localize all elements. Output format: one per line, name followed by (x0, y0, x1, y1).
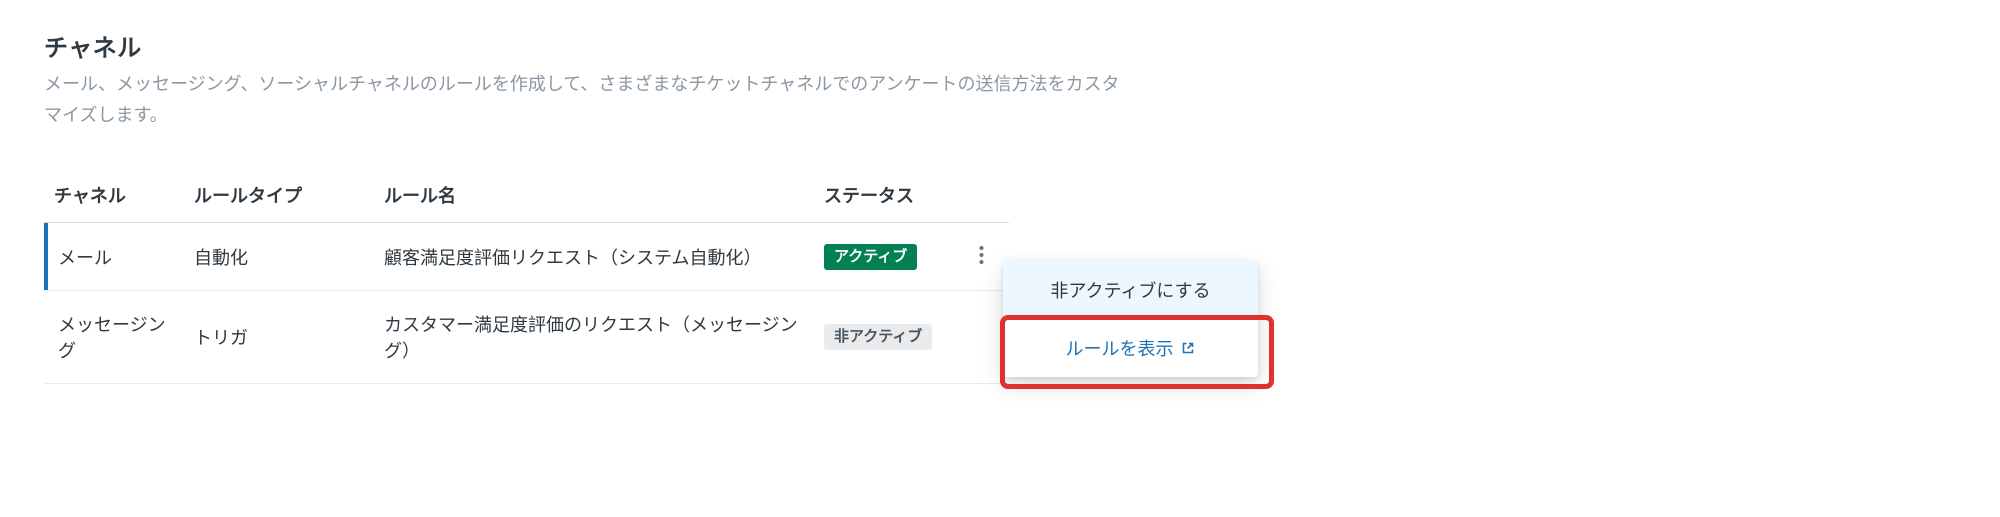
menu-item-view-rule[interactable]: ルールを表示 (1003, 319, 1258, 377)
cell-channel: メッセージング (44, 291, 184, 384)
cell-actions (954, 291, 1009, 384)
row-actions-button[interactable] (970, 243, 994, 267)
cell-rule-type: トリガ (184, 291, 374, 384)
status-badge: アクティブ (824, 244, 917, 270)
rules-table: チャネル ルールタイプ ルール名 ステータス メール 自動化 顧客満足度評価リク… (44, 170, 1009, 384)
section-description: メール、メッセージング、ソーシャルチャネルのルールを作成して、さまざまなチケット… (44, 69, 1124, 130)
cell-rule-type: 自動化 (184, 223, 374, 291)
cell-rule-name: カスタマー満足度評価のリクエスト（メッセージング） (374, 291, 814, 384)
external-link-icon (1180, 340, 1196, 356)
header-rule-type: ルールタイプ (184, 170, 374, 223)
cell-status: アクティブ (814, 223, 954, 291)
header-rule-name: ルール名 (374, 170, 814, 223)
row-actions-menu: 非アクティブにする ルールを表示 (1003, 261, 1258, 377)
status-badge: 非アクティブ (824, 324, 932, 350)
table-header-row: チャネル ルールタイプ ルール名 ステータス (44, 170, 1009, 223)
cell-channel: メール (44, 223, 184, 291)
cell-actions (954, 223, 1009, 291)
table-row[interactable]: メッセージング トリガ カスタマー満足度評価のリクエスト（メッセージング） 非ア… (44, 291, 1009, 384)
header-status: ステータス (814, 170, 954, 223)
menu-item-view-rule-label: ルールを表示 (1066, 335, 1174, 361)
cell-status: 非アクティブ (814, 291, 954, 384)
table-row[interactable]: メール 自動化 顧客満足度評価リクエスト（システム自動化） アクティブ (44, 223, 1009, 291)
cell-rule-name: 顧客満足度評価リクエスト（システム自動化） (374, 223, 814, 291)
menu-item-deactivate[interactable]: 非アクティブにする (1003, 261, 1258, 319)
header-actions (954, 170, 1009, 223)
kebab-icon (979, 245, 984, 265)
section-title: チャネル (44, 28, 1956, 63)
header-channel: チャネル (44, 170, 184, 223)
